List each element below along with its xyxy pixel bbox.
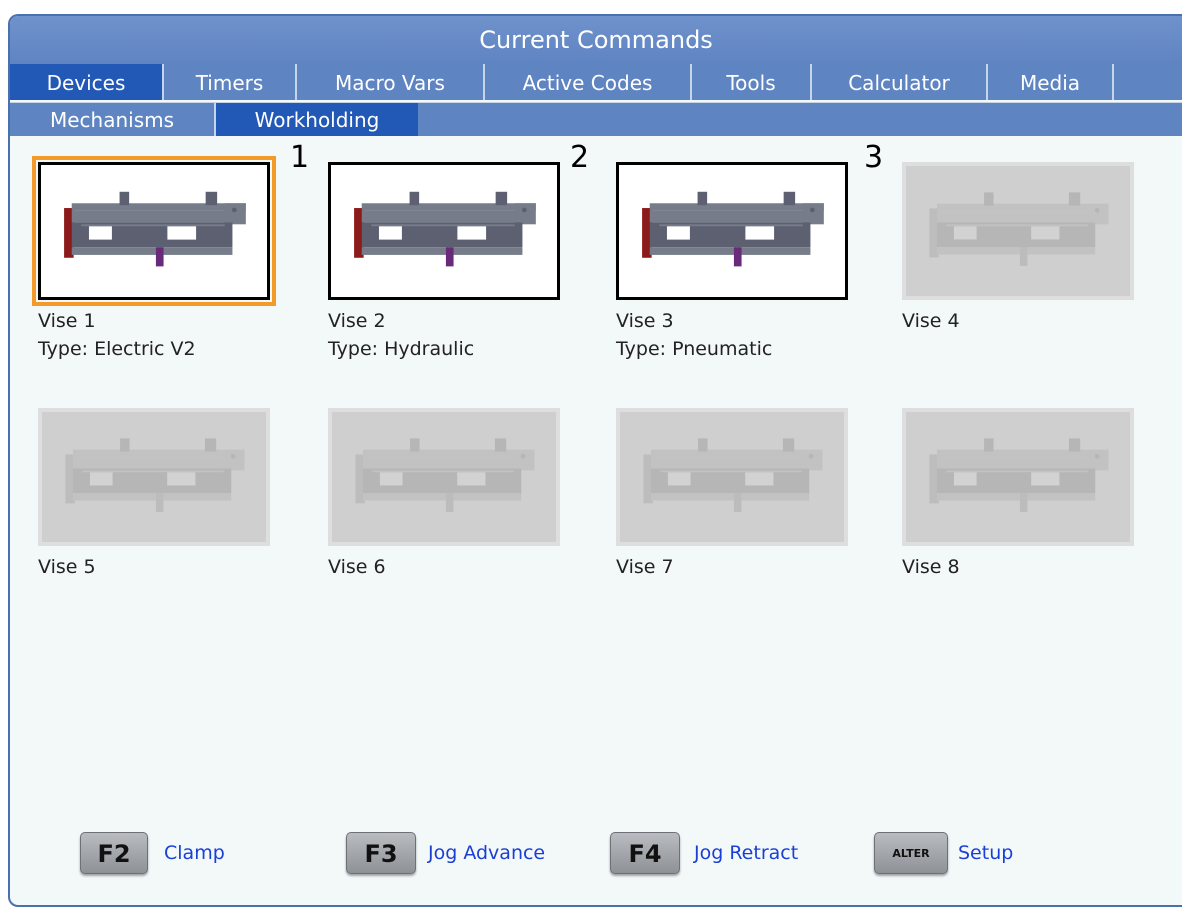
jog-advance-label[interactable]: Jog Advance bbox=[428, 842, 545, 864]
main-tab-bar: Devices Timers Macro Vars Active Codes T… bbox=[10, 64, 1182, 100]
f3-key-button[interactable]: F3 bbox=[346, 832, 416, 874]
subtab-bar-filler bbox=[418, 103, 1182, 136]
vise-1-name: Vise 1 bbox=[38, 310, 96, 332]
vise-2-name: Vise 2 bbox=[328, 310, 386, 332]
vise-8-image bbox=[902, 408, 1134, 546]
vise-tile-4[interactable] bbox=[902, 162, 1134, 300]
vise-tile-3[interactable] bbox=[616, 162, 848, 300]
tab-media[interactable]: Media bbox=[988, 64, 1114, 100]
tab-devices[interactable]: Devices bbox=[10, 64, 164, 100]
tab-timers[interactable]: Timers bbox=[164, 64, 297, 100]
tab-active-codes[interactable]: Active Codes bbox=[485, 64, 692, 100]
vise-tile-8[interactable] bbox=[902, 408, 1134, 546]
vise-6-image bbox=[328, 408, 560, 546]
tab-bar-filler bbox=[1114, 64, 1182, 100]
f4-key-button[interactable]: F4 bbox=[610, 832, 680, 874]
vise-tile-1[interactable] bbox=[38, 162, 270, 300]
subtab-mechanisms[interactable]: Mechanisms bbox=[10, 103, 216, 136]
callout-2: 2 bbox=[570, 140, 590, 175]
f2-key-button[interactable]: F2 bbox=[80, 832, 148, 874]
vise-4-image bbox=[902, 162, 1134, 300]
vise-4-name: Vise 4 bbox=[902, 310, 960, 332]
callout-3: 3 bbox=[864, 140, 884, 175]
vise-1-type: Type: Electric V2 bbox=[38, 338, 196, 360]
vise-3-image bbox=[616, 162, 848, 300]
tab-macro-vars[interactable]: Macro Vars bbox=[297, 64, 485, 100]
vise-3-type: Type: Pneumatic bbox=[616, 338, 773, 360]
vise-3-name: Vise 3 bbox=[616, 310, 674, 332]
vise-2-image bbox=[328, 162, 560, 300]
vise-6-name: Vise 6 bbox=[328, 556, 386, 578]
sub-tab-bar: Mechanisms Workholding bbox=[10, 102, 1182, 136]
vise-7-name: Vise 7 bbox=[616, 556, 674, 578]
tab-calculator[interactable]: Calculator bbox=[812, 64, 988, 100]
vise-8-name: Vise 8 bbox=[902, 556, 960, 578]
setup-label[interactable]: Setup bbox=[958, 842, 1013, 864]
vise-5-name: Vise 5 bbox=[38, 556, 96, 578]
jog-retract-label[interactable]: Jog Retract bbox=[694, 842, 798, 864]
subtab-workholding[interactable]: Workholding bbox=[216, 103, 418, 136]
vise-2-type: Type: Hydraulic bbox=[328, 338, 475, 360]
vise-tile-7[interactable] bbox=[616, 408, 848, 546]
vise-5-image bbox=[38, 408, 270, 546]
callout-1: 1 bbox=[290, 140, 310, 175]
tab-tools[interactable]: Tools bbox=[692, 64, 812, 100]
vise-tile-2[interactable] bbox=[328, 162, 560, 300]
vise-1-image bbox=[38, 162, 270, 300]
vise-tile-5[interactable] bbox=[38, 408, 270, 546]
clamp-label[interactable]: Clamp bbox=[164, 842, 225, 864]
window-title: Current Commands bbox=[10, 16, 1182, 64]
vise-tile-6[interactable] bbox=[328, 408, 560, 546]
vise-7-image bbox=[616, 408, 848, 546]
alter-key-button[interactable]: ALTER bbox=[874, 832, 948, 874]
